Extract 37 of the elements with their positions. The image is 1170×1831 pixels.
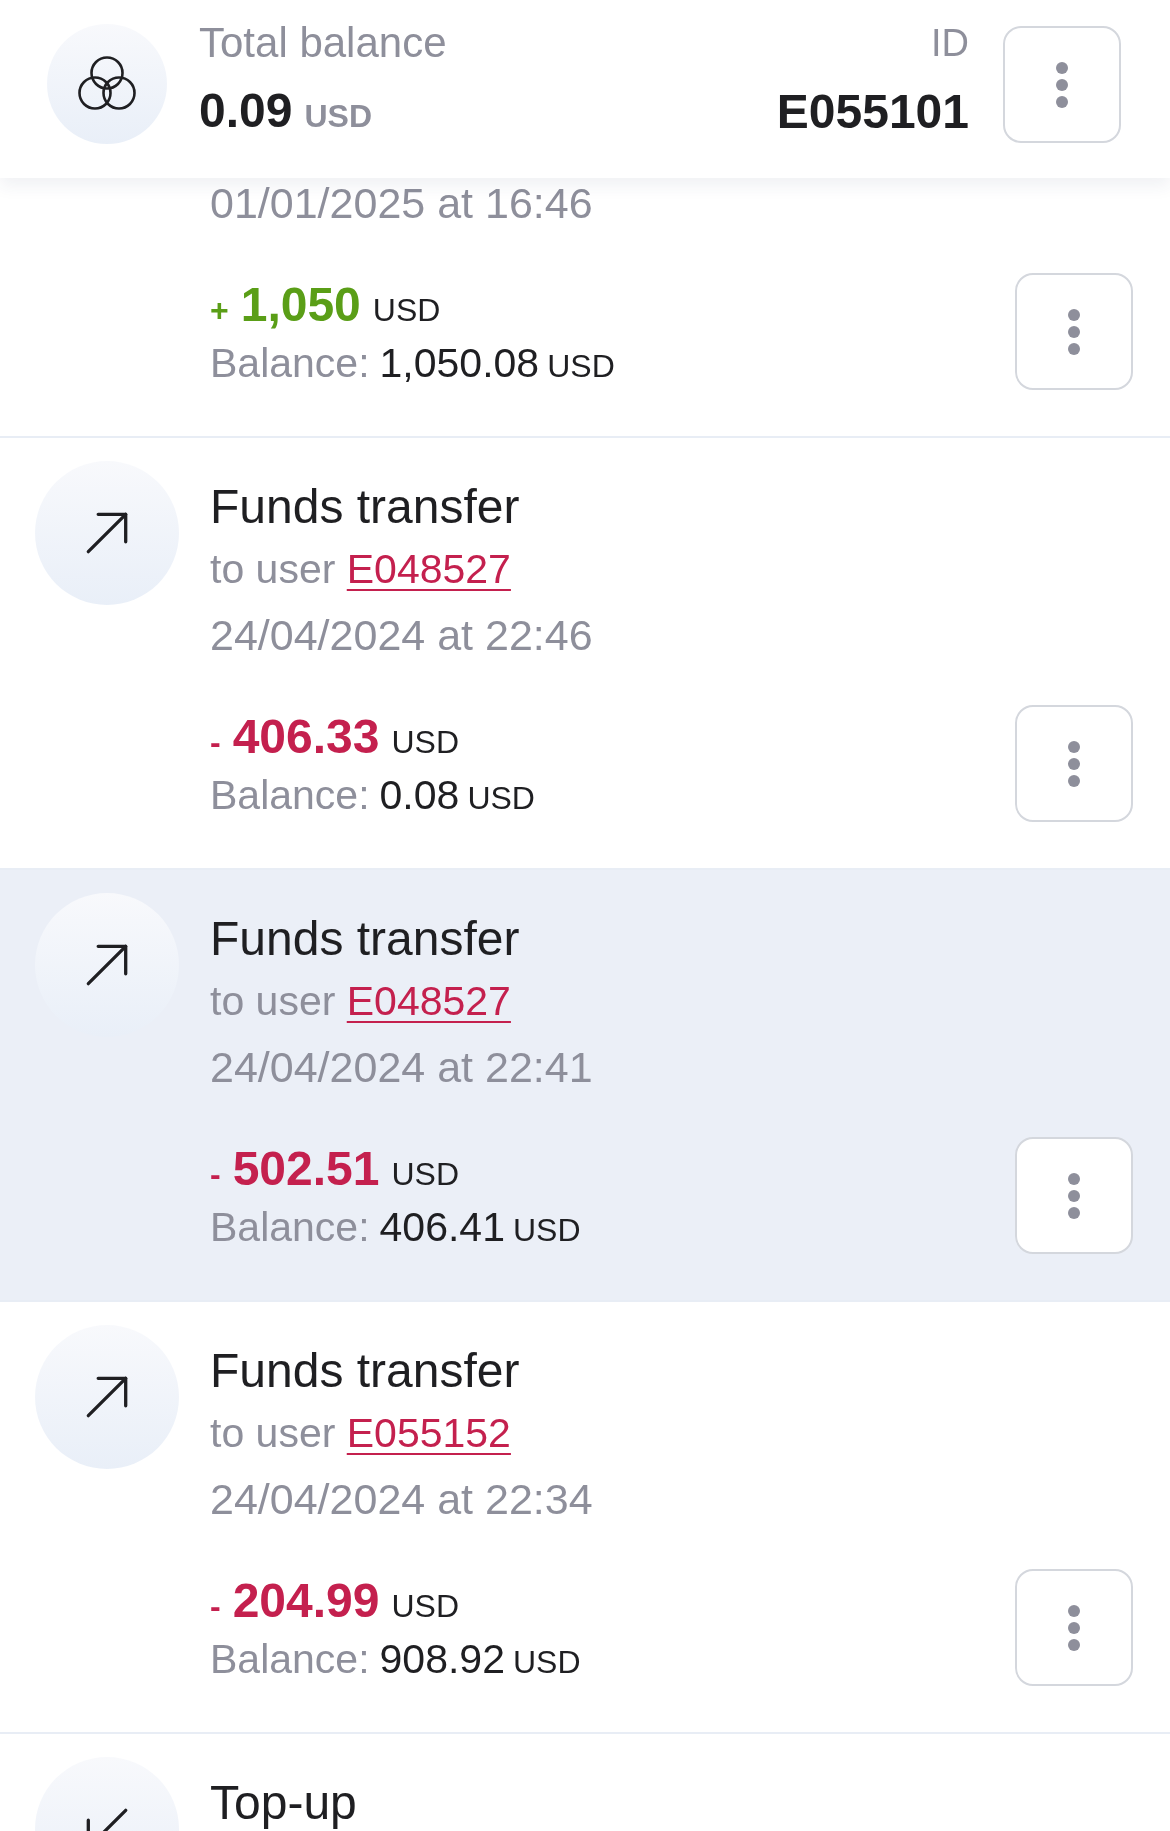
amount-text: + 1,050 USD [210, 277, 442, 332]
vertical-dots-icon [1068, 308, 1080, 355]
amount-text: - 406.33 USD [210, 709, 461, 764]
balance-text: Balance: 1,050.08 USD [210, 339, 615, 387]
more-button[interactable] [1015, 273, 1133, 390]
balance-text: Balance: 406.41 USD [210, 1203, 581, 1251]
balance-text: Balance: 908.92 USD [210, 1635, 581, 1683]
total-balance: 0.09 USD [199, 83, 373, 139]
account-id: E055101 [776, 84, 969, 140]
vertical-dots-icon [1056, 61, 1068, 108]
more-button[interactable] [1015, 1137, 1133, 1254]
transaction-title: Funds transfer [210, 1344, 521, 1398]
transaction-date: 24/04/2024 at 22:46 [210, 610, 594, 660]
user-id-link[interactable]: E048527 [346, 546, 511, 592]
more-button[interactable] [1003, 26, 1121, 143]
id-label: ID [931, 21, 969, 66]
transaction-date: 24/04/2024 at 22:41 [210, 1042, 594, 1092]
more-button[interactable] [1015, 1569, 1133, 1686]
more-button[interactable] [1015, 705, 1133, 822]
transaction-date: 01/01/2025 at 16:46 [210, 178, 594, 228]
user-id-link[interactable]: E048527 [346, 978, 511, 1024]
user-id-link[interactable]: E055152 [346, 1410, 511, 1456]
balance-label: Total balance [199, 19, 448, 67]
amount-text: - 204.99 USD [210, 1573, 461, 1628]
amount-text: - 502.51 USD [210, 1141, 461, 1196]
vertical-dots-icon [1068, 1172, 1080, 1219]
transaction-title: Funds transfer [210, 912, 521, 966]
recipient-text: to user E048527 [210, 545, 512, 594]
recipient-text: to user E055152 [210, 1409, 512, 1458]
vertical-dots-icon [1068, 740, 1080, 787]
transaction-row[interactable]: Funds transfer to user E048527 24/04/2024 at 22:41 - 502.51 USD Balance: 406.41 USD [0, 870, 1170, 1302]
balance-text: Balance: 0.08 USD [210, 771, 535, 819]
vertical-dots-icon [1068, 1604, 1080, 1651]
transaction-title: Funds transfer [210, 480, 521, 534]
recipient-text: to user E048527 [210, 977, 512, 1026]
transaction-title: Top-up [210, 1776, 358, 1830]
transaction-date: 24/04/2024 at 22:34 [210, 1474, 594, 1524]
